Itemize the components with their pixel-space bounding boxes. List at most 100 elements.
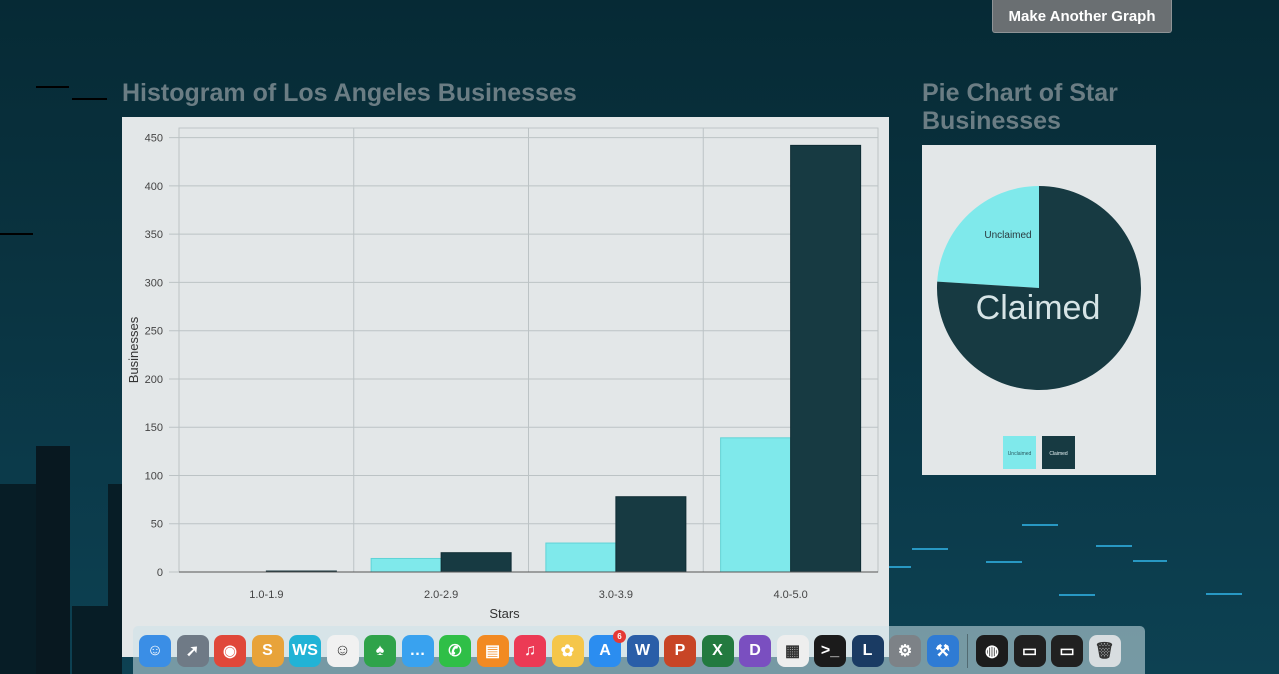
messages-icon[interactable]: … — [401, 635, 434, 667]
league-of-legends-icon[interactable]: L — [851, 635, 884, 667]
y-tick-label: 50 — [151, 519, 163, 531]
itunes-icon[interactable]: ♫ — [514, 635, 546, 667]
pie-heading-line1: Pie Chart of Star — [922, 79, 1118, 107]
messages-glyph: … — [409, 642, 426, 659]
background-glow — [1133, 560, 1167, 562]
screen-recorder-glyph: ◍ — [985, 643, 999, 660]
y-axis-label: Businesses — [126, 316, 141, 383]
evernote-icon[interactable]: ♠ — [364, 635, 396, 667]
y-tick-label: 250 — [145, 326, 163, 338]
bar-unclaimed — [545, 542, 617, 573]
pie-panel: Unclaimed Claimed Unclaimed Claimed — [922, 145, 1156, 475]
powerpoint-glyph: P — [674, 642, 686, 659]
y-tick-label: 350 — [145, 229, 163, 241]
app-store-glyph: A — [599, 642, 611, 659]
dash-icon[interactable]: D — [739, 635, 771, 667]
system-preferences-icon[interactable]: ⚙ — [889, 635, 921, 667]
x-tick-label: 2.0-2.9 — [424, 589, 458, 601]
smiley-app-icon[interactable]: ☺ — [326, 635, 359, 667]
trash-icon[interactable]: 🗑 — [1088, 635, 1121, 667]
background-building — [72, 606, 108, 674]
facetime-icon[interactable]: ✆ — [439, 635, 471, 667]
chrome-glyph: ◉ — [223, 643, 237, 660]
histogram-chart: 0 50 100 150 200 250 300 350 400 450 1.0-1.9 2.0-2.… — [126, 127, 879, 621]
legend-label-unclaimed: Unclaimed — [1008, 451, 1032, 457]
system-preferences-glyph: ⚙ — [897, 643, 913, 660]
legend-label-claimed: Claimed — [1049, 451, 1068, 457]
histogram-heading: Histogram of Los Angeles Businesses — [122, 79, 577, 107]
bar-claimed — [440, 552, 512, 573]
window-preview-2-glyph: ▭ — [1059, 643, 1075, 660]
slack-icon[interactable]: S — [251, 635, 284, 667]
background-glow — [889, 566, 911, 568]
y-tick-label: 100 — [145, 470, 163, 482]
photos-icon[interactable]: ✿ — [551, 635, 584, 667]
y-tick-label: 200 — [145, 374, 163, 386]
powerpoint-icon[interactable]: P — [664, 635, 696, 667]
pie-label-unclaimed: Unclaimed — [984, 230, 1031, 241]
photos-glyph: ✿ — [560, 643, 575, 660]
trash-glyph: 🗑 — [1094, 643, 1115, 660]
background-glow — [1059, 594, 1095, 596]
webstorm-icon[interactable]: WS — [289, 635, 321, 667]
pie-heading-line2: Businesses — [922, 107, 1061, 135]
terminal-glyph: >_ — [820, 642, 840, 659]
pie-chart: Unclaimed Claimed Unclaimed Claimed — [937, 186, 1141, 469]
ibooks-icon[interactable]: ▤ — [476, 635, 509, 667]
evernote-glyph: ♠ — [375, 642, 385, 659]
screen-recorder-icon[interactable]: ◍ — [976, 635, 1008, 667]
bar-unclaimed — [370, 557, 442, 573]
background-building — [36, 446, 70, 674]
excel-icon[interactable]: X — [701, 635, 734, 667]
make-another-graph-button[interactable]: Make Another Graph — [992, 0, 1172, 33]
window-preview-2-icon[interactable]: ▭ — [1051, 635, 1083, 667]
background-glow — [1096, 545, 1132, 547]
y-tick-label: 400 — [145, 181, 163, 193]
background-glow — [986, 561, 1022, 563]
dock: ☺ ➚ ◉ S WS ☺ ♠… ✆ ▤ ♫ ✿ A 6 W P X D ▦ >_ L ⚙ ⚒ ◍ ▭ ▭ 🗑 — [133, 626, 1145, 674]
pie-heading: Pie Chart of Star Businesses — [922, 79, 1118, 135]
pie-label-claimed: Claimed — [976, 289, 1101, 327]
word-icon[interactable]: W — [626, 635, 659, 667]
word-glyph: W — [634, 642, 651, 659]
background-line — [0, 233, 33, 235]
launchpad-icon[interactable]: ➚ — [176, 635, 209, 667]
facetime-glyph: ✆ — [448, 643, 462, 660]
league-of-legends-glyph: L — [862, 642, 873, 659]
webstorm-glyph: WS — [292, 642, 318, 659]
chrome-icon[interactable]: ◉ — [214, 635, 246, 667]
histogram-panel: 0 50 100 150 200 250 300 350 400 450 1.0-1.9 2.0-2.… — [122, 117, 889, 657]
app-store-icon[interactable]: A6 — [589, 630, 626, 667]
background-glow — [1022, 524, 1058, 526]
bar-claimed — [790, 144, 862, 573]
x-axis-label: Stars — [489, 606, 520, 621]
background-line — [36, 86, 69, 88]
grid-app-icon[interactable]: ▦ — [776, 635, 809, 667]
terminal-icon[interactable]: >_ — [814, 635, 846, 667]
y-tick-label: 150 — [145, 422, 163, 434]
notification-badge: 6 — [613, 630, 626, 643]
background-glow — [912, 548, 948, 550]
smiley-app-glyph: ☺ — [334, 642, 351, 659]
ibooks-glyph: ▤ — [484, 643, 501, 660]
xcode-glyph: ⚒ — [935, 643, 950, 660]
window-preview-icon[interactable]: ▭ — [1013, 635, 1046, 667]
y-tick-label: 450 — [145, 133, 163, 145]
bar-claimed — [615, 496, 687, 573]
xcode-icon[interactable]: ⚒ — [926, 635, 959, 667]
background-building — [108, 484, 122, 674]
dock-separator — [967, 634, 968, 668]
y-tick-label: 300 — [145, 277, 163, 289]
slack-glyph: S — [262, 642, 273, 659]
grid-app-glyph: ▦ — [784, 643, 801, 660]
background-glow — [1206, 593, 1242, 595]
dash-glyph: D — [749, 642, 761, 659]
background-line — [72, 98, 107, 100]
bar-unclaimed — [720, 437, 792, 573]
x-tick-label: 3.0-3.9 — [599, 589, 633, 601]
excel-glyph: X — [712, 642, 723, 659]
finder-icon[interactable]: ☺ — [139, 635, 171, 667]
background-building — [0, 484, 36, 674]
y-tick-label: 0 — [157, 567, 163, 579]
x-tick-label: 4.0-5.0 — [774, 589, 808, 601]
